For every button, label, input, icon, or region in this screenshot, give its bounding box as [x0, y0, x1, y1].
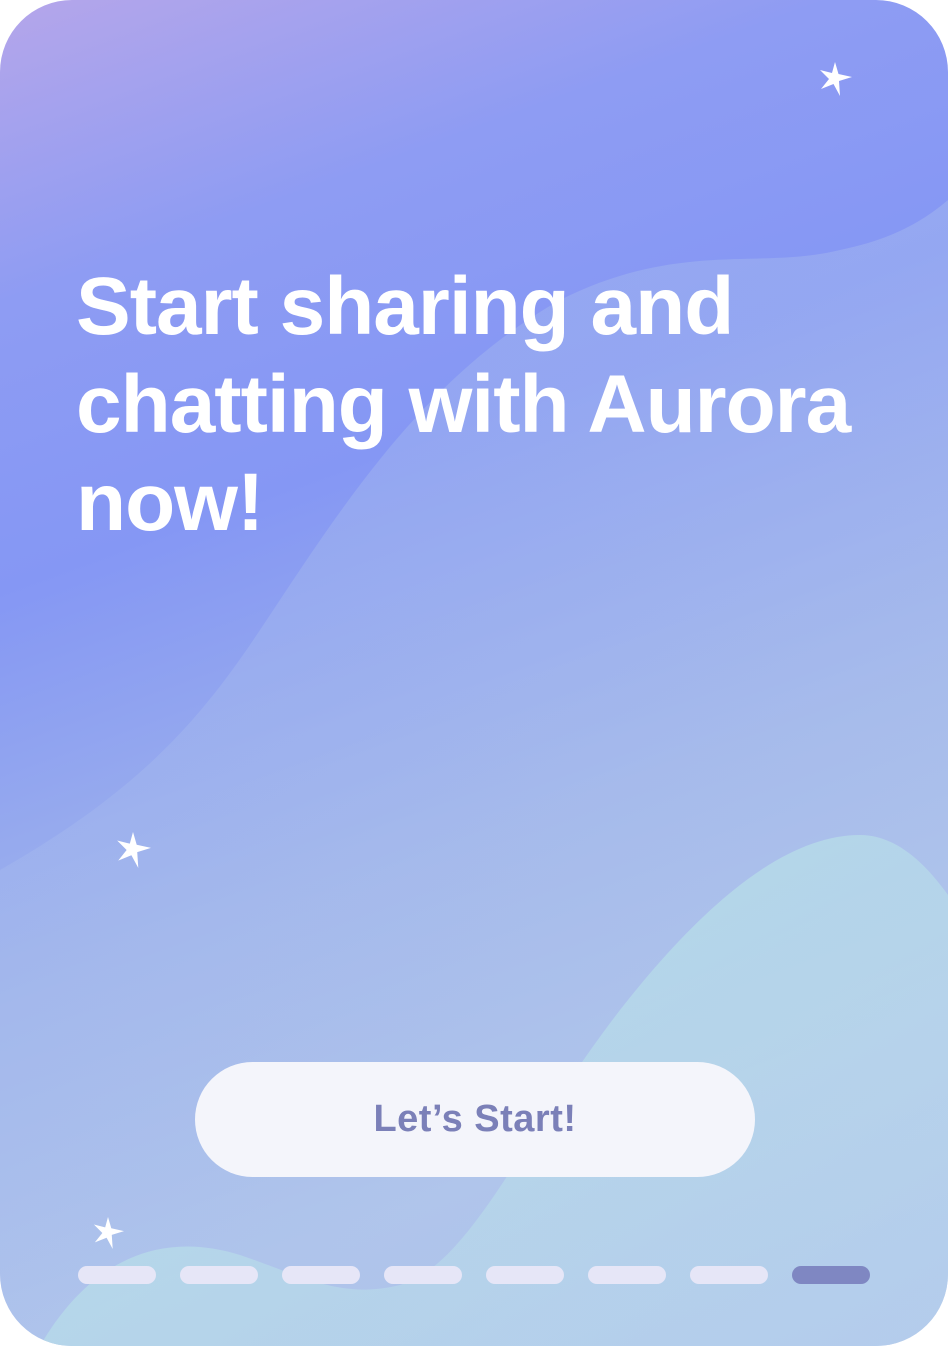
headline: Start sharing and chatting with Aurora n… — [76, 261, 851, 548]
sparkle-star-icon — [93, 1217, 124, 1249]
page-indicator-dot[interactable] — [486, 1266, 564, 1284]
page-indicator-dot[interactable] — [384, 1266, 462, 1284]
page-indicator-dot[interactable] — [588, 1266, 666, 1284]
lets-start-button[interactable]: Let’s Start! — [195, 1062, 755, 1177]
page-indicator — [78, 1266, 870, 1284]
sparkle-star-icon — [117, 832, 151, 868]
page-indicator-dot[interactable] — [78, 1266, 156, 1284]
page-indicator-dot[interactable] — [282, 1266, 360, 1284]
sparkle-star-icon — [820, 62, 852, 96]
page-indicator-dot[interactable] — [180, 1266, 258, 1284]
onboarding-card: Start sharing and chatting with Aurora n… — [0, 0, 948, 1346]
page-indicator-dot[interactable] — [690, 1266, 768, 1284]
page-indicator-dot-active[interactable] — [792, 1266, 870, 1284]
